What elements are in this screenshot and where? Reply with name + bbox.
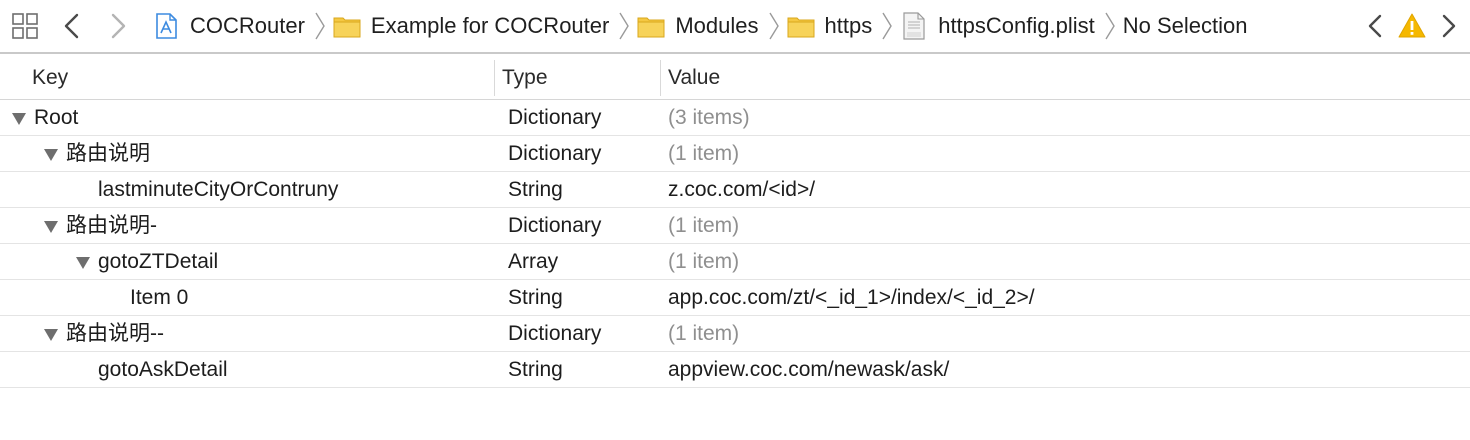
row-type[interactable]: Dictionary	[508, 136, 601, 172]
table-row[interactable]: Item 0 String app.coc.com/zt/<_id_1>/ind…	[0, 280, 1470, 316]
row-key: 路由说明-	[66, 214, 157, 237]
breadcrumb-item-plist-file[interactable]: httpsConfig.plist	[900, 0, 1123, 52]
breadcrumb-item-modules-folder[interactable]: Modules	[637, 0, 786, 52]
plist-table-header: Key Type Value	[0, 56, 1470, 100]
row-type[interactable]: String	[508, 280, 563, 316]
table-row[interactable]: Root Dictionary (3 items)	[0, 100, 1470, 136]
breadcrumb: COCRouter Example for COCRouter Modules	[152, 0, 1247, 52]
breadcrumb-label: httpsConfig.plist	[938, 13, 1095, 38]
breadcrumb-separator-icon	[1105, 12, 1115, 40]
related-items-grid-icon[interactable]	[11, 12, 39, 40]
table-row[interactable]: 路由说明-- Dictionary (1 item)	[0, 316, 1470, 352]
row-value[interactable]: app.coc.com/zt/<_id_1>/index/<_id_2>/	[668, 280, 1035, 316]
table-row[interactable]: 路由说明- Dictionary (1 item)	[0, 208, 1470, 244]
row-type[interactable]: String	[508, 172, 563, 208]
breadcrumb-separator-icon	[768, 12, 779, 40]
row-value[interactable]: z.coc.com/<id>/	[668, 172, 815, 208]
row-type[interactable]: String	[508, 352, 563, 388]
breadcrumb-separator-icon	[619, 12, 630, 40]
row-value: (1 item)	[668, 250, 740, 273]
row-value: (3 items)	[668, 106, 750, 129]
table-row[interactable]: gotoAskDetail String appview.coc.com/new…	[0, 352, 1470, 388]
disclosure-triangle-expanded-icon[interactable]	[11, 112, 27, 126]
plist-table-body: Root Dictionary (3 items) 路由说明 Dictionar…	[0, 100, 1470, 388]
column-header-value[interactable]: Value	[668, 56, 720, 100]
column-divider[interactable]	[660, 60, 661, 96]
column-header-key[interactable]: Key	[32, 56, 68, 100]
row-value: (1 item)	[668, 142, 740, 165]
breadcrumb-label: https	[824, 13, 873, 38]
previous-issue-chevron-icon[interactable]	[1364, 12, 1388, 40]
disclosure-triangle-expanded-icon[interactable]	[75, 256, 91, 270]
table-row[interactable]: gotoZTDetail Array (1 item)	[0, 244, 1470, 280]
row-type[interactable]: Dictionary	[508, 100, 601, 136]
row-value[interactable]: appview.coc.com/newask/ask/	[668, 352, 949, 388]
row-type[interactable]: Array	[508, 244, 558, 280]
breadcrumb-label: Example for COCRouter	[370, 13, 610, 38]
disclosure-triangle-expanded-icon[interactable]	[43, 220, 59, 234]
folder-icon	[637, 17, 665, 38]
row-key: Item 0	[130, 286, 189, 309]
row-key: 路由说明--	[66, 322, 164, 345]
table-row[interactable]: 路由说明 Dictionary (1 item)	[0, 136, 1470, 172]
row-key: Root	[34, 106, 79, 129]
issue-navigation-controls	[1364, 10, 1460, 42]
folder-icon	[787, 17, 814, 38]
breadcrumb-label: No Selection	[1122, 13, 1248, 38]
breadcrumb-item-selection[interactable]: No Selection	[1123, 0, 1248, 52]
row-type[interactable]: Dictionary	[508, 208, 601, 244]
disclosure-triangle-expanded-icon[interactable]	[43, 328, 59, 342]
jump-bar: COCRouter Example for COCRouter Modules	[0, 0, 1470, 54]
row-value: (1 item)	[668, 322, 740, 345]
warning-icon[interactable]	[1398, 12, 1426, 40]
breadcrumb-label: COCRouter	[190, 13, 305, 38]
forward-chevron-icon[interactable]	[106, 12, 130, 40]
breadcrumb-separator-icon	[315, 12, 325, 40]
folder-icon	[333, 17, 361, 38]
row-key: lastminuteCityOrContruny	[98, 178, 339, 201]
breadcrumb-item-example-folder[interactable]: Example for COCRouter	[333, 0, 637, 52]
table-row[interactable]: lastminuteCityOrContruny String z.coc.co…	[0, 172, 1470, 208]
breadcrumb-separator-icon	[882, 12, 893, 40]
column-header-type[interactable]: Type	[502, 56, 548, 100]
row-key: gotoZTDetail	[98, 250, 219, 273]
disclosure-triangle-expanded-icon[interactable]	[43, 148, 59, 162]
row-key: gotoAskDetail	[98, 358, 228, 381]
breadcrumb-label: Modules	[675, 13, 759, 38]
breadcrumb-item-https-folder[interactable]: https	[787, 0, 901, 52]
next-issue-chevron-icon[interactable]	[1436, 12, 1460, 40]
row-value: (1 item)	[668, 214, 740, 237]
row-key: 路由说明	[66, 142, 150, 165]
breadcrumb-item-project[interactable]: COCRouter	[152, 0, 333, 52]
xcode-project-icon	[156, 13, 177, 39]
row-type[interactable]: Dictionary	[508, 316, 601, 352]
back-chevron-icon[interactable]	[60, 12, 84, 40]
plist-file-icon	[903, 12, 925, 40]
column-divider[interactable]	[494, 60, 495, 96]
